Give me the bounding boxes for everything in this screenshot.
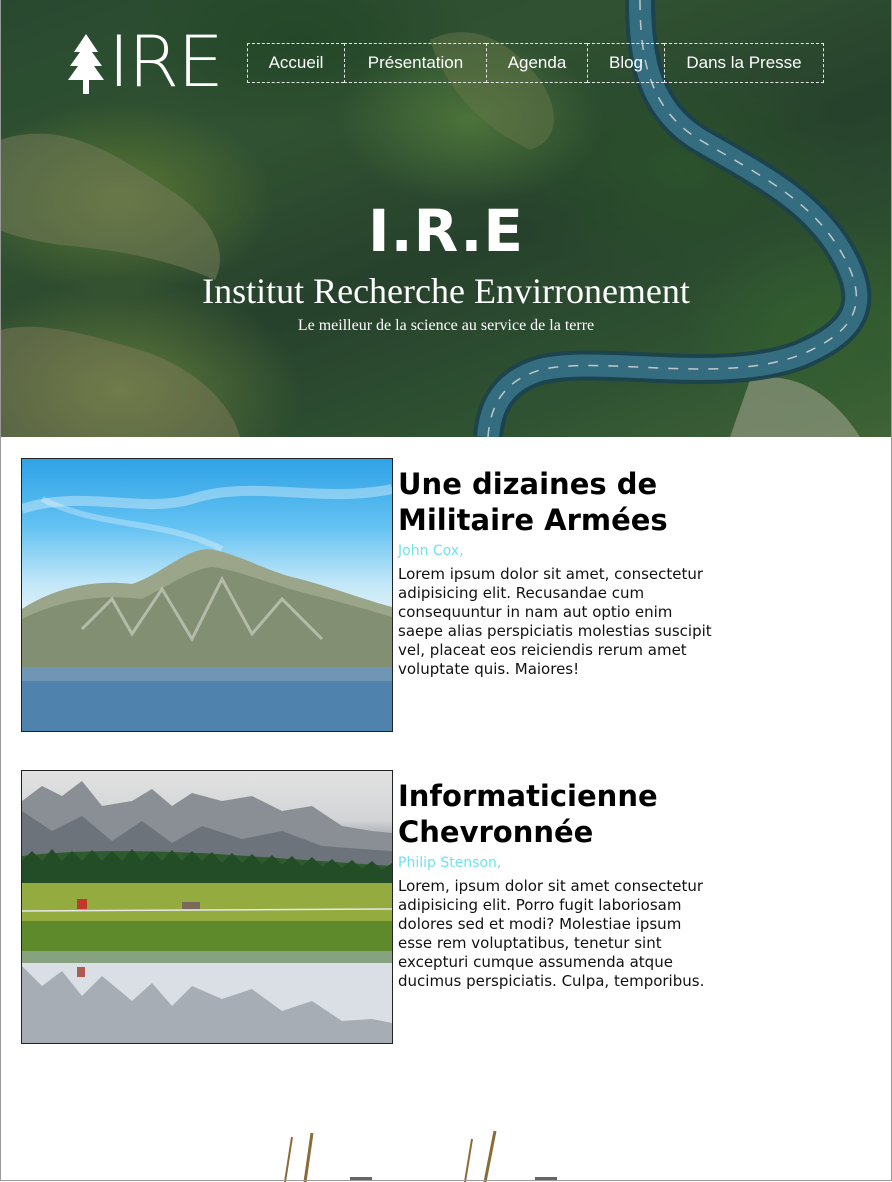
hero-banner: IRE Accueil Présentation Agenda Blog Dan… xyxy=(0,0,892,437)
article-title[interactable]: Une dizaines de Militaire Armées xyxy=(398,466,718,538)
article-author: John Cox, xyxy=(398,543,464,559)
nav-dans-la-presse[interactable]: Dans la Presse xyxy=(664,43,824,83)
hero-subtitle: Institut Recherche Envirronement xyxy=(202,271,690,311)
partial-image-bottom xyxy=(284,1130,557,1182)
nav-blog[interactable]: Blog xyxy=(587,43,664,83)
article-image-dolomites-meadow[interactable] xyxy=(21,770,393,1044)
article-image-mountain-lake[interactable] xyxy=(21,458,393,732)
logo-text: IRE xyxy=(108,21,224,104)
main-navigation: Accueil Présentation Agenda Blog Dans la… xyxy=(247,43,824,83)
hero-tagline: Le meilleur de la science au service de … xyxy=(297,317,595,334)
pine-tree-icon xyxy=(68,34,104,94)
article-content: Informaticienne Chevronnée Philip Stenso… xyxy=(398,778,718,991)
article-author: Philip Stenson, xyxy=(398,855,502,871)
article-card: Informaticienne Chevronnée Philip Stenso… xyxy=(21,770,721,1044)
article-body: Lorem, ipsum dolor sit amet consectetur … xyxy=(398,877,705,990)
nav-presentation[interactable]: Présentation xyxy=(344,43,486,83)
article-card: Une dizaines de Militaire Armées John Co… xyxy=(21,458,721,732)
article-content: Une dizaines de Militaire Armées John Co… xyxy=(398,466,718,679)
landscape-image xyxy=(22,781,392,1043)
article-body: Lorem ipsum dolor sit amet, consectetur … xyxy=(398,565,712,678)
site-logo[interactable]: IRE xyxy=(68,21,224,104)
article-title[interactable]: Informaticienne Chevronnée xyxy=(398,778,718,850)
hero-title: I.R.E xyxy=(367,197,524,265)
mountain-image xyxy=(22,484,392,731)
nav-accueil[interactable]: Accueil xyxy=(247,43,344,83)
nav-agenda[interactable]: Agenda xyxy=(486,43,587,83)
